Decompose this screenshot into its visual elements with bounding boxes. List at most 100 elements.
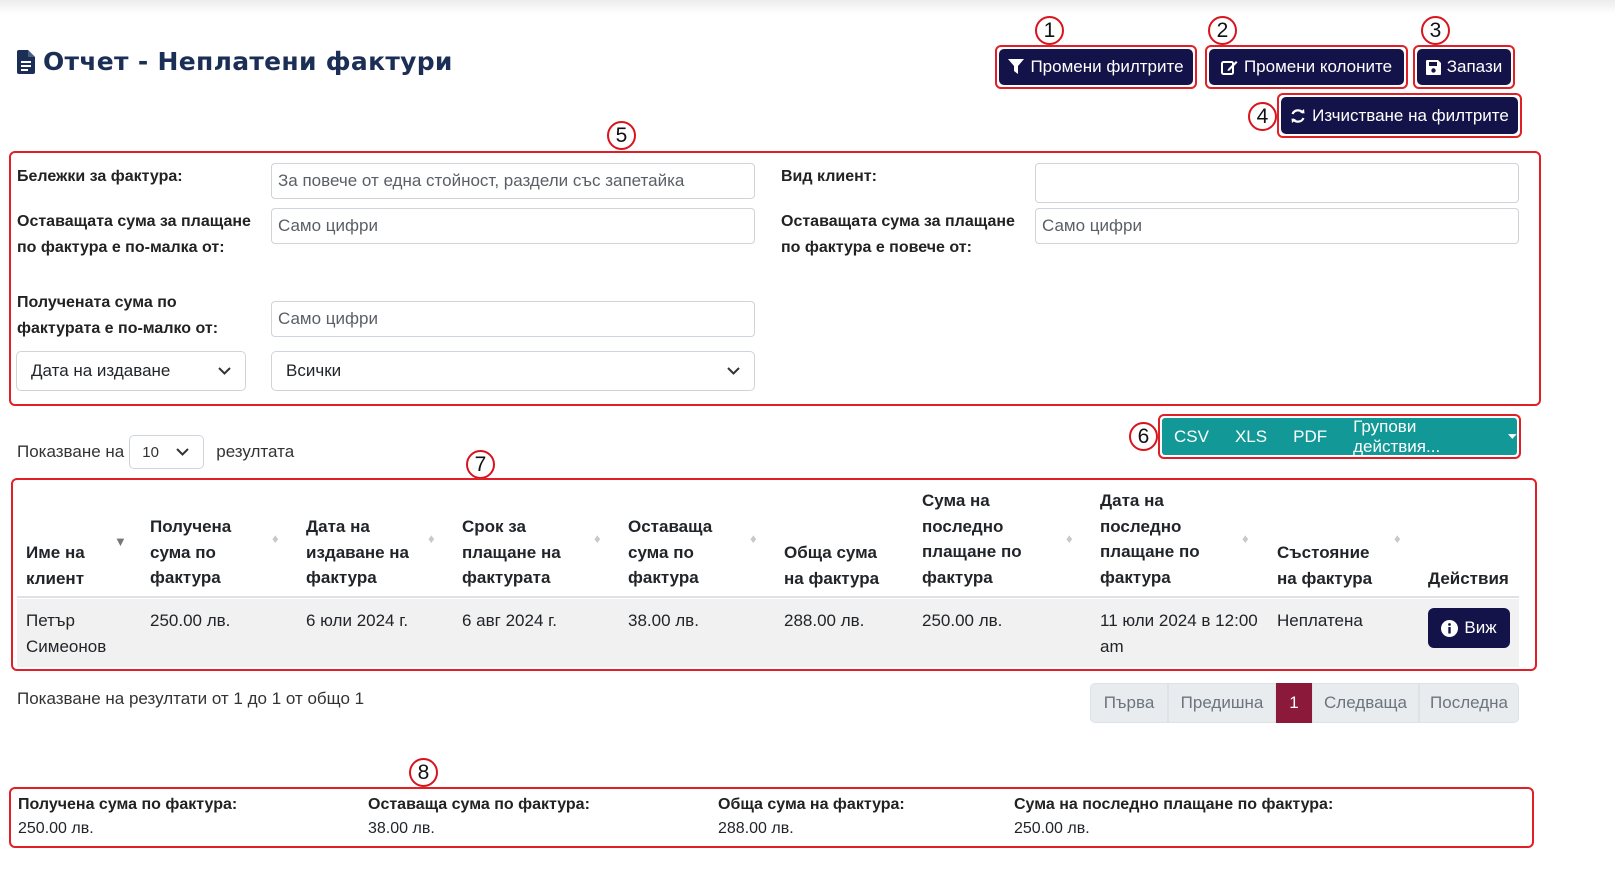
page-last[interactable]: Последна bbox=[1419, 683, 1519, 723]
total-sum-value: 288.00 лв. bbox=[718, 820, 794, 837]
chevron-down-icon bbox=[727, 367, 740, 375]
page-next[interactable]: Следваща bbox=[1312, 683, 1419, 723]
remaining-less-input[interactable]: Само цифри bbox=[271, 208, 755, 244]
change-filters-label: Промени филтрите bbox=[1030, 57, 1184, 76]
header-client[interactable]: Име на клиент bbox=[26, 540, 116, 591]
change-filters-button[interactable]: Промени филтрите bbox=[999, 49, 1193, 85]
marker-2: 2 bbox=[1208, 16, 1237, 45]
sort-icon: ♦ bbox=[750, 531, 757, 546]
marker-3: 3 bbox=[1421, 16, 1450, 45]
cell-remaining: 38.00 лв. bbox=[628, 611, 699, 630]
page-prev[interactable]: Предишна bbox=[1168, 683, 1276, 723]
total-sum-label: Обща сума на фактура: bbox=[718, 796, 905, 813]
sort-icon: ♦ bbox=[1242, 531, 1249, 546]
xls-button[interactable]: XLS bbox=[1235, 427, 1267, 447]
remaining-less-label: Оставащата сума за плащане по фактура е … bbox=[17, 213, 251, 256]
header-last-payment[interactable]: Сума на последно плащане по фактура bbox=[922, 488, 1052, 590]
caret-down-icon bbox=[1508, 433, 1517, 439]
total-remaining-label: Оставаща сума по фактура: bbox=[368, 796, 590, 813]
change-filters-highlight: Промени филтрите bbox=[995, 45, 1197, 89]
page-header: Отчет - Неплатени фактури bbox=[17, 47, 453, 76]
length-selector: Показване на 10 резултата bbox=[17, 435, 295, 469]
clear-filters-button[interactable]: Изчистване на филтрите bbox=[1281, 97, 1518, 134]
date-range-select[interactable]: Всички bbox=[271, 351, 755, 391]
change-columns-button[interactable]: Промени колоните bbox=[1209, 49, 1404, 85]
export-highlight: CSV XLS PDF Групови действия... bbox=[1158, 414, 1521, 459]
csv-button[interactable]: CSV bbox=[1174, 427, 1209, 447]
filter-icon bbox=[1008, 59, 1025, 74]
remaining-more-label: Оставащата сума за плащане по фактура е … bbox=[781, 213, 1015, 256]
edit-icon bbox=[1220, 61, 1238, 75]
header-status[interactable]: Състояние на фактура bbox=[1277, 540, 1387, 591]
chevron-down-icon bbox=[218, 367, 231, 375]
cell-total: 288.00 лв. bbox=[784, 611, 865, 630]
page-current[interactable]: 1 bbox=[1276, 683, 1312, 723]
date-type-select[interactable]: Дата на издаване bbox=[16, 351, 246, 391]
sort-icon: ♦ bbox=[1394, 531, 1401, 546]
chevron-down-icon bbox=[176, 448, 189, 456]
length-prefix: Показване на bbox=[17, 442, 125, 461]
page-first[interactable]: Първа bbox=[1090, 683, 1168, 723]
cell-received: 250.00 лв. bbox=[150, 611, 231, 630]
change-columns-highlight: Промени колоните bbox=[1205, 45, 1408, 89]
invoice-notes-input[interactable]: За повече от една стойност, раздели със … bbox=[271, 163, 755, 199]
cell-last-payment: 250.00 лв. bbox=[922, 611, 1003, 630]
table-info: Показване на резултати от 1 до 1 от общо… bbox=[17, 689, 365, 708]
remaining-more-input[interactable]: Само цифри bbox=[1035, 208, 1519, 244]
clear-filters-highlight: Изчистване на филтрите bbox=[1277, 93, 1522, 138]
sort-icon: ♦ bbox=[272, 531, 279, 546]
bulk-actions-label: Групови действия... bbox=[1353, 416, 1441, 456]
sort-icon: ♦ bbox=[594, 531, 601, 546]
total-received-value: 250.00 лв. bbox=[18, 820, 94, 837]
header-total[interactable]: Обща сума на фактура bbox=[784, 540, 889, 591]
export-group: CSV XLS PDF Групови действия... bbox=[1162, 417, 1517, 457]
header-remaining[interactable]: Оставаща сума по фактура bbox=[628, 514, 728, 591]
client-type-select[interactable] bbox=[1035, 163, 1519, 203]
pagination: Първа Предишна 1 Следваща Последна bbox=[1090, 683, 1519, 723]
received-less-input[interactable]: Само цифри bbox=[271, 301, 755, 337]
info-icon bbox=[1441, 619, 1459, 637]
total-received-label: Получена сума по фактура: bbox=[18, 796, 238, 813]
header-due[interactable]: Срок за плащане на фактурата bbox=[462, 514, 577, 591]
bulk-actions-button[interactable]: Групови действия... bbox=[1353, 417, 1517, 457]
marker-8: 8 bbox=[409, 758, 438, 787]
refresh-icon bbox=[1291, 108, 1305, 123]
client-type-label: Вид клиент: bbox=[781, 168, 877, 185]
total-remaining-value: 38.00 лв. bbox=[368, 820, 435, 837]
cell-due: 6 авг 2024 г. bbox=[462, 611, 557, 630]
header-received[interactable]: Получена сума по фактура bbox=[150, 514, 260, 591]
change-columns-label: Промени колоните bbox=[1243, 57, 1393, 76]
cell-last-payment-date: 11 юли 2024 в 12:00 am bbox=[1100, 611, 1258, 656]
pdf-button[interactable]: PDF bbox=[1293, 427, 1327, 447]
cell-issued: 6 юли 2024 г. bbox=[306, 611, 409, 630]
total-last-payment-value: 250.00 лв. bbox=[1014, 820, 1090, 837]
marker-7: 7 bbox=[466, 450, 495, 479]
save-button[interactable]: Запази bbox=[1417, 49, 1511, 85]
cell-status: Неплатена bbox=[1277, 611, 1363, 630]
cell-client: Петър Симеонов bbox=[26, 611, 107, 656]
sort-icon: ♦ bbox=[1066, 531, 1073, 546]
view-button-label: Виж bbox=[1464, 618, 1497, 637]
total-last-payment-label: Сума на последно плащане по фактура: bbox=[1014, 796, 1334, 813]
page-title: Отчет - Неплатени фактури bbox=[43, 47, 453, 76]
header-actions: Действия bbox=[1428, 569, 1509, 588]
length-value: 10 bbox=[142, 443, 159, 461]
length-suffix: резултата bbox=[216, 442, 295, 461]
header-issued[interactable]: Дата на издаване на фактура bbox=[306, 514, 421, 591]
save-highlight: Запази bbox=[1413, 45, 1515, 89]
top-shadow bbox=[0, 0, 1615, 14]
invoice-notes-label: Бележки за фактура: bbox=[17, 168, 183, 185]
floppy-disk-icon bbox=[1425, 59, 1441, 75]
length-select[interactable]: 10 bbox=[129, 435, 205, 469]
clear-filters-label: Изчистване на филтрите bbox=[1312, 105, 1509, 125]
save-label: Запази bbox=[1446, 57, 1503, 76]
marker-4: 4 bbox=[1248, 102, 1277, 131]
marker-5: 5 bbox=[607, 121, 636, 150]
marker-1: 1 bbox=[1035, 16, 1064, 45]
date-range-value: Всички bbox=[286, 361, 342, 380]
date-type-value: Дата на издаване bbox=[31, 361, 171, 380]
document-icon bbox=[17, 49, 35, 74]
sort-desc-icon: ▼ bbox=[114, 534, 127, 549]
header-last-payment-date[interactable]: Дата на последно плащане по фактура bbox=[1100, 488, 1230, 590]
view-button[interactable]: Виж bbox=[1428, 608, 1510, 648]
